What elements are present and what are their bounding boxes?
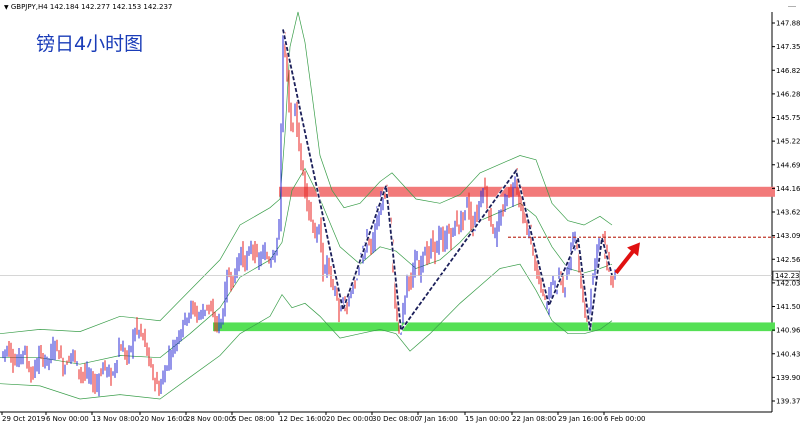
support-zone xyxy=(213,322,775,332)
bollinger-upper xyxy=(0,11,613,335)
ohlc-values: 142.184 142.277 142.153 142.237 xyxy=(49,3,173,11)
x-tick-label: 7 Jan 16:00 xyxy=(418,415,458,423)
x-tick-label: 20 Dec 00:00 xyxy=(326,415,373,423)
bollinger-middle xyxy=(0,167,613,365)
y-tick-label: 145.220 xyxy=(776,138,800,146)
x-tick-label: 22 Jan 08:00 xyxy=(512,415,556,423)
candlesticks xyxy=(2,32,616,397)
horizontal-zones xyxy=(213,186,775,332)
trend-drawings xyxy=(281,29,775,334)
y-tick-label: 143.625 xyxy=(776,209,800,217)
up-arrow-shaft xyxy=(614,248,636,275)
window-minimize-button[interactable] xyxy=(788,0,796,7)
y-tick-label: 141.500 xyxy=(776,303,800,311)
x-tick-label: 29 Oct 2019 xyxy=(2,415,45,423)
y-tick-label: 143.095 xyxy=(776,232,800,240)
current-price-label: 142.237 xyxy=(775,272,800,280)
y-tick-label: 145.755 xyxy=(776,114,800,122)
x-tick-label: 5 Dec 08:00 xyxy=(232,415,275,423)
y-tick-label: 139.370 xyxy=(776,398,800,406)
y-tick-label: 140.965 xyxy=(776,327,800,335)
x-tick-label: 15 Jan 00:00 xyxy=(465,415,509,423)
symbol-timeframe: GBPJPY,H4 xyxy=(10,3,48,11)
chart-annotation-title: 镑日4小时图 xyxy=(36,33,144,55)
axes: 147.880 147.350 146.820 146.285 145.755 145.2… xyxy=(0,20,800,423)
y-tick-label: 139.905 xyxy=(776,374,800,382)
chart-window[interactable]: 147.880 147.350 146.820 146.285 145.755 145.2… xyxy=(0,0,800,424)
x-tick-label: 28 Nov 00:00 xyxy=(186,415,233,423)
x-tick-label: 6 Feb 00:00 xyxy=(604,415,645,423)
y-tick-label: 144.690 xyxy=(776,161,800,169)
resistance-zone xyxy=(279,186,775,197)
triangle-down-icon[interactable]: ▼ xyxy=(4,4,9,11)
y-tick-label: 144.160 xyxy=(776,185,800,193)
x-tick-label: 12 Dec 16:00 xyxy=(279,415,326,423)
y-tick-label: 147.350 xyxy=(776,43,800,51)
y-tick-label: 142.030 xyxy=(776,279,800,287)
x-tick-label: 29 Jan 16:00 xyxy=(558,415,602,423)
chart-header: ▼ GBPJPY,H4 142.184 142.277 142.153 142.… xyxy=(4,3,172,11)
x-tick-label: 6 Nov 00:00 xyxy=(46,415,89,423)
bollinger-bands xyxy=(0,11,613,400)
x-tick-label: 13 Nov 08:00 xyxy=(92,415,139,423)
y-tick-label: 140.435 xyxy=(776,350,800,358)
x-tick-label: 20 Nov 16:00 xyxy=(140,415,187,423)
price-chart[interactable]: 147.880 147.350 146.820 146.285 145.755 145.2… xyxy=(0,0,800,424)
y-tick-label: 146.820 xyxy=(776,67,800,75)
y-tick-label: 142.560 xyxy=(776,256,800,264)
x-tick-label: 30 Dec 08:00 xyxy=(372,415,419,423)
y-tick-label: 147.880 xyxy=(776,20,800,28)
bollinger-lower xyxy=(0,263,613,400)
plot-frame xyxy=(0,12,773,413)
y-tick-label: 146.285 xyxy=(776,90,800,98)
